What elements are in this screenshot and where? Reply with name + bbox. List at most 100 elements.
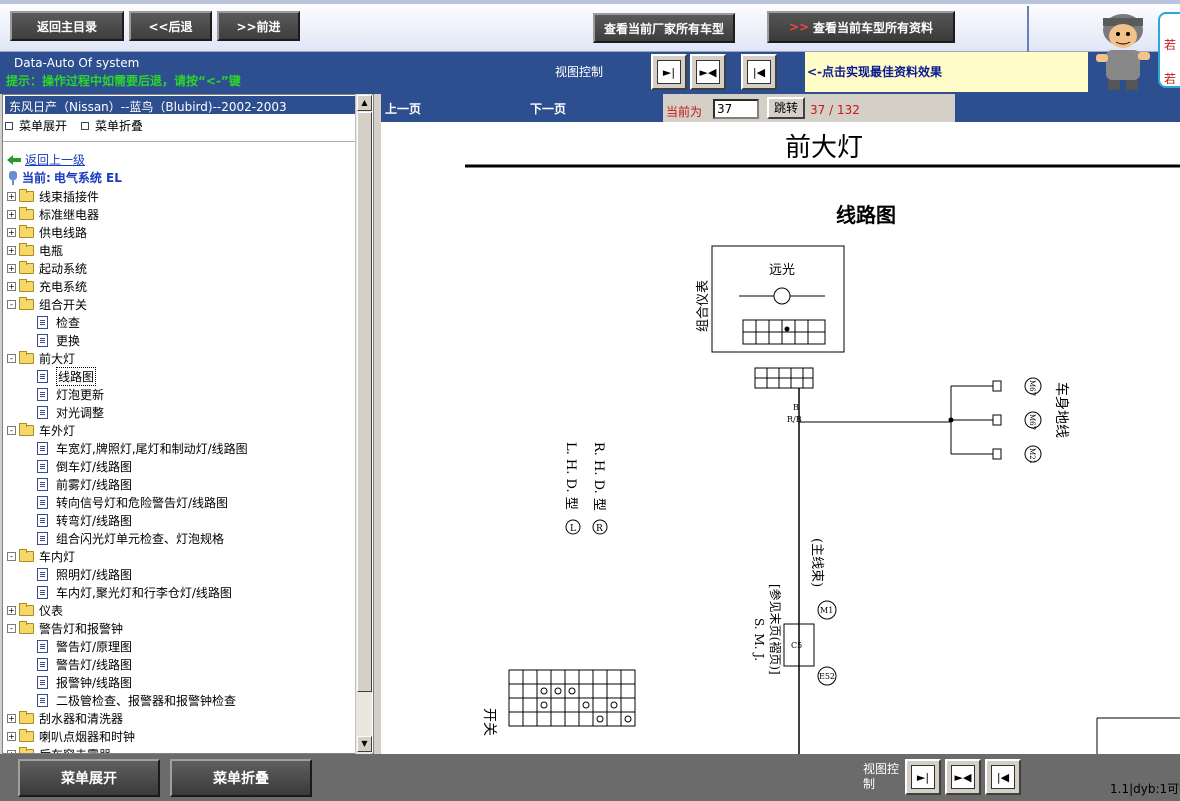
tree-folder[interactable]: - 警告灯和报警钟 bbox=[7, 619, 123, 637]
switch-table bbox=[508, 669, 636, 727]
next-page-link[interactable]: 下一页 bbox=[530, 100, 566, 117]
tree-scrollbar[interactable]: ▲ ▼ bbox=[355, 94, 372, 754]
plus-icon[interactable]: + bbox=[7, 281, 16, 291]
tree-folder[interactable]: - 前大灯 bbox=[7, 349, 75, 367]
tree-folder[interactable]: + 刮水器和清洗器 bbox=[7, 709, 123, 727]
folder-icon bbox=[19, 188, 34, 202]
tree-item[interactable]: 线路图 bbox=[37, 366, 97, 386]
view-fit-page-button[interactable]: ►◀ bbox=[690, 54, 726, 90]
model-all-docs-button[interactable]: >> 查看当前车型所有资料 bbox=[767, 11, 955, 43]
prev-page-link[interactable]: 上一页 bbox=[385, 100, 421, 117]
plus-icon[interactable]: + bbox=[7, 713, 16, 723]
tree-folder[interactable]: + 起动系统 bbox=[7, 259, 87, 277]
plus-icon[interactable]: + bbox=[7, 209, 16, 219]
tree-item[interactable]: 二极管检查、报警器和报警钟检查 bbox=[37, 691, 236, 709]
back-up-link[interactable]: 返回上一级 bbox=[7, 151, 85, 168]
page-count: 37 / 132 bbox=[810, 103, 860, 117]
brand-text: Data-Auto Of system bbox=[14, 56, 140, 70]
tree-item[interactable]: 前雾灯/线路图 bbox=[37, 475, 132, 493]
tree-folder[interactable]: + 电瓶 bbox=[7, 241, 63, 259]
document-icon bbox=[37, 315, 48, 329]
forward-button[interactable]: >>前进 bbox=[217, 11, 300, 41]
tree-folder[interactable]: +后车窗去雾器 bbox=[7, 745, 111, 753]
plus-icon[interactable]: + bbox=[7, 245, 16, 255]
minus-icon[interactable]: - bbox=[7, 623, 16, 633]
minus-icon[interactable]: - bbox=[7, 299, 16, 309]
view-actual-size-button[interactable]: |◀ bbox=[741, 54, 777, 90]
tree-folder[interactable]: + 仪表 bbox=[7, 601, 63, 619]
page-number-input[interactable] bbox=[713, 99, 759, 119]
scroll-up-icon[interactable]: ▲ bbox=[357, 95, 372, 111]
tree-item[interactable]: 组合闪光灯单元检查、灯泡规格 bbox=[37, 529, 224, 547]
bottom-view-actual-size-button[interactable]: |◀ bbox=[985, 759, 1021, 795]
tree-item[interactable]: 对光调整 bbox=[37, 403, 104, 421]
diagram-title: 前大灯 bbox=[785, 133, 863, 163]
page-jump-box: 当前为 跳转 37 / 132 bbox=[663, 94, 955, 122]
tree-folder[interactable]: - 车外灯 bbox=[7, 421, 75, 439]
tree-folder[interactable]: - 组合开关 bbox=[7, 295, 87, 313]
tree-item[interactable]: 倒车灯/线路图 bbox=[37, 457, 132, 475]
collapse-all-link[interactable]: 菜单折叠 bbox=[81, 117, 143, 135]
document-icon bbox=[37, 693, 48, 707]
tree-item[interactable]: 转向信号灯和危险警告灯/线路图 bbox=[37, 493, 228, 511]
document-icon bbox=[37, 387, 48, 401]
home-button[interactable]: 返回主目录 bbox=[10, 11, 124, 41]
switch-label: 开关 bbox=[481, 708, 497, 736]
tree-item[interactable]: 灯泡更新 bbox=[37, 385, 104, 403]
minus-icon[interactable]: - bbox=[7, 353, 16, 363]
tree-item[interactable]: 车内灯,聚光灯和行李仓灯/线路图 bbox=[37, 583, 232, 601]
conn-m67-label-2: M67 bbox=[1028, 414, 1036, 430]
tree-expand-controls: 菜单展开 菜单折叠 bbox=[5, 117, 143, 135]
arrow-left-icon: |◀ bbox=[747, 60, 771, 84]
document-icon bbox=[37, 459, 48, 473]
tree-item[interactable]: 警告灯/原理图 bbox=[37, 637, 132, 655]
tree-label: 刮水器和清洗器 bbox=[39, 711, 124, 726]
back-button[interactable]: <<后退 bbox=[129, 11, 212, 41]
hint-text: <-点击实现最佳资料效果 bbox=[805, 52, 1088, 92]
document-viewer[interactable]: 前大灯 线路图 组合仪表 远光 B R/B (主线束) M67 M67 M21 … bbox=[381, 122, 1180, 754]
minus-icon[interactable]: - bbox=[7, 425, 16, 435]
tree-item[interactable]: 照明灯/线路图 bbox=[37, 565, 132, 583]
folder-icon bbox=[19, 548, 34, 562]
plus-icon[interactable]: + bbox=[7, 263, 16, 273]
plus-icon[interactable]: + bbox=[7, 605, 16, 615]
diagram-subtitle: 线路图 bbox=[836, 203, 896, 227]
minus-icon[interactable]: - bbox=[7, 551, 16, 561]
bottom-collapse-button[interactable]: 菜单折叠 bbox=[170, 759, 312, 797]
document-icon bbox=[37, 657, 48, 671]
tree-folder[interactable]: + 线束插接件 bbox=[7, 187, 99, 205]
plus-icon[interactable]: + bbox=[7, 731, 16, 741]
expand-all-link[interactable]: 菜单展开 bbox=[5, 117, 67, 135]
tree-folder[interactable]: + 供电线路 bbox=[7, 223, 87, 241]
tree-label: 倒车灯/线路图 bbox=[56, 459, 133, 474]
plus-icon[interactable]: + bbox=[7, 227, 16, 237]
bottom-expand-button[interactable]: 菜单展开 bbox=[18, 759, 160, 797]
conn-m67-label: M67 bbox=[1028, 380, 1036, 396]
tree-item[interactable]: 检查 bbox=[37, 313, 80, 331]
bottom-view-fit-width-button[interactable]: ►| bbox=[905, 759, 941, 795]
tree-label: 喇叭点烟器和时钟 bbox=[39, 729, 136, 744]
tree-item[interactable]: 转弯灯/线路图 bbox=[37, 511, 132, 529]
top-toolbar: 返回主目录 <<后退 >>前进 查看当前厂家所有车型 >> 查看当前车型所有资料 bbox=[0, 0, 1180, 52]
tree-folder[interactable]: - 车内灯 bbox=[7, 547, 75, 565]
tree-label: 车内灯 bbox=[39, 549, 76, 564]
toolbar-divider bbox=[1027, 6, 1029, 52]
tree-item[interactable]: 车宽灯,牌照灯,尾灯和制动灯/线路图 bbox=[37, 439, 248, 457]
jump-button[interactable]: 跳转 bbox=[767, 97, 805, 119]
view-control-label: 视图控制 bbox=[555, 65, 604, 79]
scroll-down-icon[interactable]: ▼ bbox=[357, 736, 372, 752]
bottom-view-fit-page-button[interactable]: ►◀ bbox=[945, 759, 981, 795]
side-text-1: 若 bbox=[1164, 38, 1177, 52]
tree-folder[interactable]: + 喇叭点烟器和时钟 bbox=[7, 727, 135, 745]
tree-folder[interactable]: + 充电系统 bbox=[7, 277, 87, 295]
tree-label: 警告灯/原理图 bbox=[56, 639, 133, 654]
tree-item[interactable]: 报警钟/线路图 bbox=[37, 673, 132, 691]
scroll-thumb[interactable] bbox=[357, 112, 372, 692]
view-fit-width-button[interactable]: ►| bbox=[651, 54, 687, 90]
plus-icon[interactable]: + bbox=[7, 191, 16, 201]
tree-item[interactable]: 更换 bbox=[37, 331, 80, 349]
tree-folder[interactable]: + 标准继电器 bbox=[7, 205, 99, 223]
document-icon bbox=[37, 405, 48, 419]
maker-models-button[interactable]: 查看当前厂家所有车型 bbox=[593, 13, 735, 43]
tree-item[interactable]: 警告灯/线路图 bbox=[37, 655, 132, 673]
